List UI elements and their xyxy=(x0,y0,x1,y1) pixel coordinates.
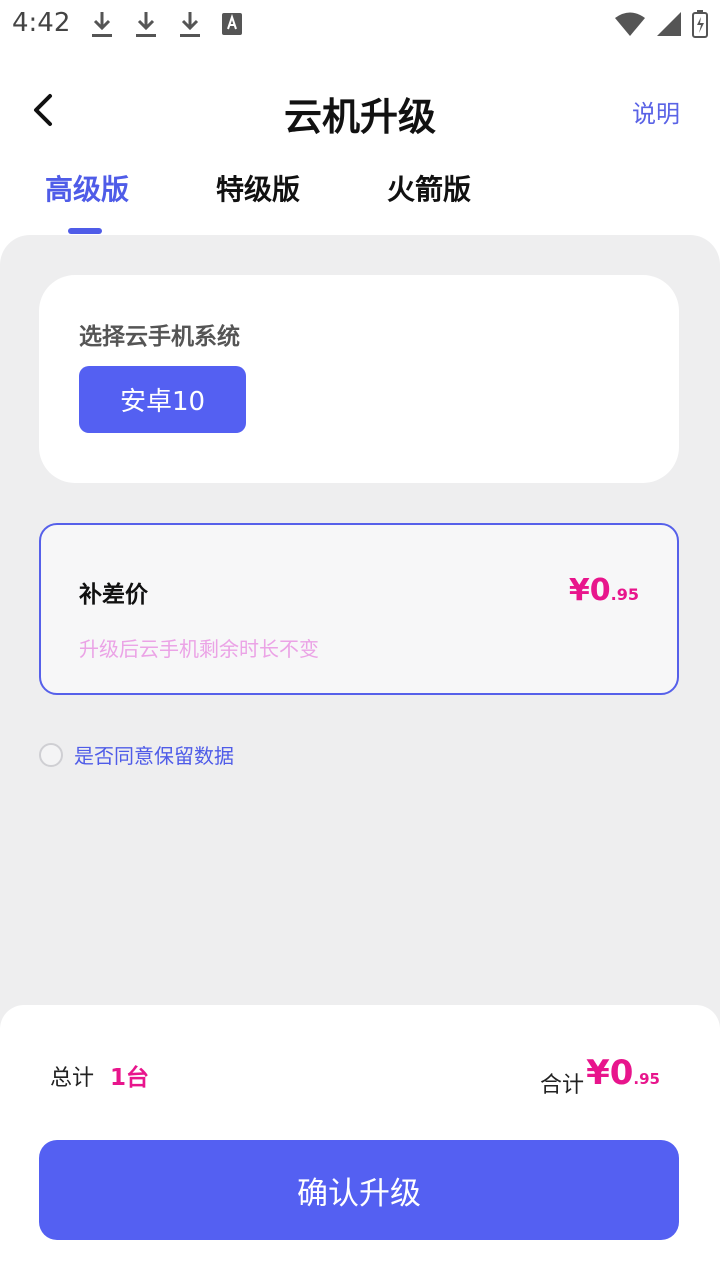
wifi-icon xyxy=(615,12,645,36)
price-currency: ¥ xyxy=(568,573,590,608)
plan-tabs: 高级版 特级版 火箭版 xyxy=(0,160,720,236)
price-integer: 0 xyxy=(589,573,611,608)
keep-data-option[interactable]: 是否同意保留数据 xyxy=(39,740,234,769)
keep-data-radio[interactable] xyxy=(39,742,63,767)
price-diff-label: 补差价 xyxy=(79,582,148,608)
total-count: 1台 xyxy=(110,1065,150,1091)
tab-advanced[interactable]: 高级版 xyxy=(45,168,129,208)
font-a-icon xyxy=(222,13,242,35)
system-select-card: 选择云手机系统 安卓10 xyxy=(39,275,679,483)
download-icon xyxy=(136,12,156,37)
confirm-upgrade-button[interactable]: 确认升级 xyxy=(39,1140,679,1240)
battery-icon xyxy=(692,10,708,38)
sum-decimal: .95 xyxy=(633,1070,660,1088)
tab-premium[interactable]: 特级版 xyxy=(216,168,300,208)
sum-amount: ¥0.95 xyxy=(586,1053,660,1093)
total-label: 总计 xyxy=(50,1066,95,1091)
price-diff-amount: ¥0.95 xyxy=(569,573,639,608)
top-bar: 云机升级 说明 xyxy=(0,60,720,160)
price-diff-note: 升级后云手机剩余时长不变 xyxy=(79,637,319,661)
price-diff-card: 补差价 ¥0.95 升级后云手机剩余时长不变 xyxy=(39,523,679,695)
android-10-option[interactable]: 安卓10 xyxy=(79,366,246,433)
download-icon xyxy=(92,12,112,37)
status-bar: 4:42 xyxy=(0,0,720,48)
price-decimal: .95 xyxy=(610,585,639,604)
checkout-panel: 总计 1台 合计 ¥0.95 确认升级 xyxy=(0,1005,720,1280)
keep-data-label[interactable]: 是否同意保留数据 xyxy=(74,740,234,769)
signal-icon xyxy=(657,12,681,36)
sum-currency: ¥ xyxy=(586,1053,610,1093)
status-time: 4:42 xyxy=(12,8,71,38)
sum-label: 合计 xyxy=(540,1073,585,1098)
tab-rocket[interactable]: 火箭版 xyxy=(387,168,471,208)
tab-indicator xyxy=(68,228,102,234)
system-icons xyxy=(614,10,708,38)
sum-integer: 0 xyxy=(609,1053,634,1093)
download-icon xyxy=(180,12,200,37)
page-title: 云机升级 xyxy=(283,95,436,139)
notification-icons xyxy=(90,10,242,38)
help-link[interactable]: 说明 xyxy=(632,94,680,129)
system-select-label: 选择云手机系统 xyxy=(79,324,240,350)
